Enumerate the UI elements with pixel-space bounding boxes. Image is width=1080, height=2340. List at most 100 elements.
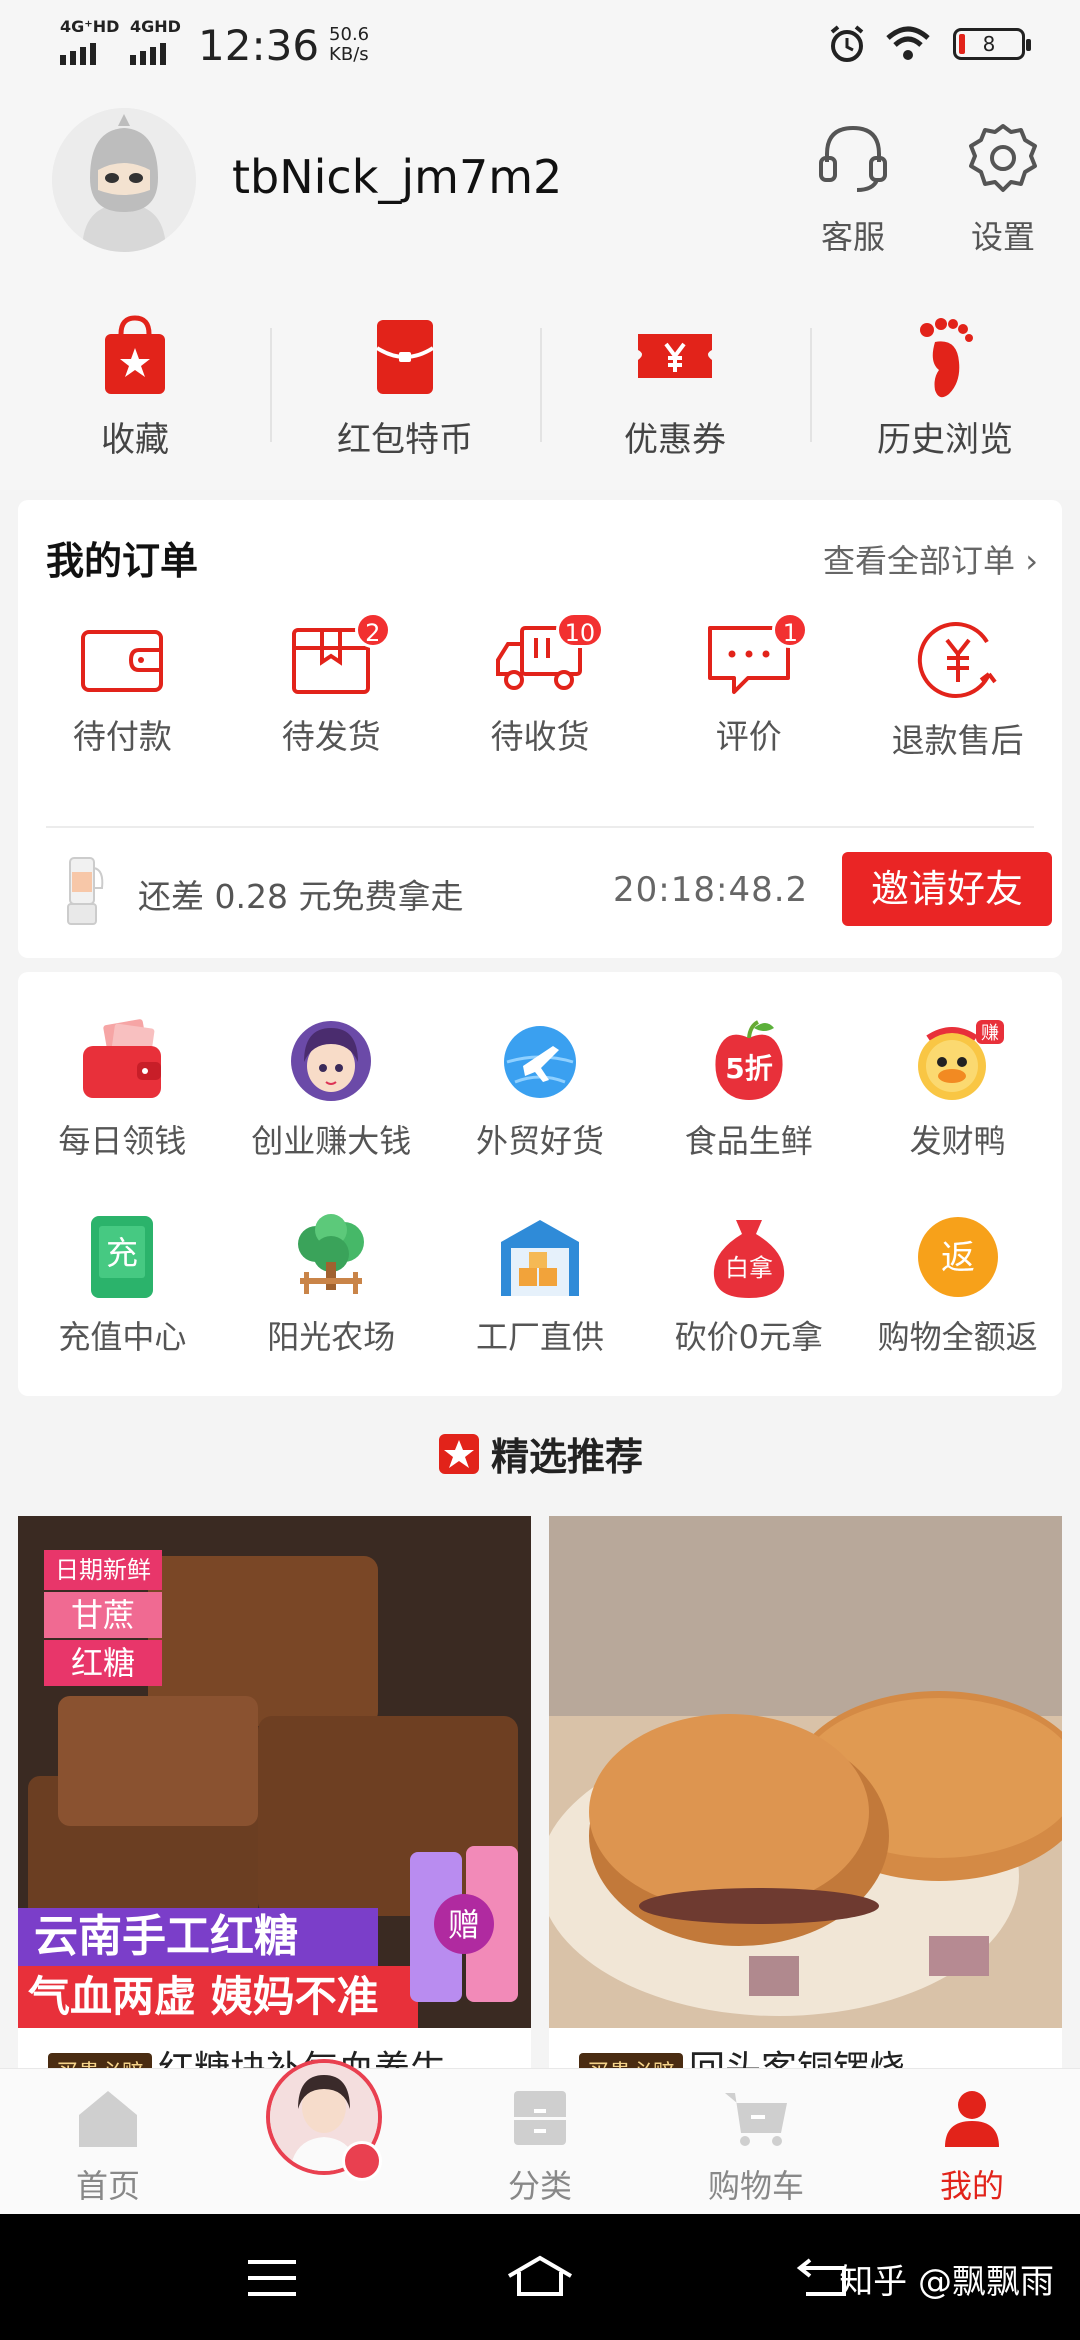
service-lucky-duck[interactable]: 赚 发财鸭 [853, 1016, 1062, 1162]
battery-icon: 8 [953, 28, 1031, 60]
invite-friends-button[interactable]: 邀请好友 [842, 852, 1052, 926]
service-label: 充值中心 [58, 1318, 187, 1356]
wifi-icon [886, 26, 930, 60]
quick-link-history[interactable]: 历史浏览 [810, 300, 1080, 490]
service-fresh-food[interactable]: 5折 食品生鲜 [644, 1016, 853, 1162]
settings-button[interactable]: 设置 [948, 118, 1058, 258]
service-label: 外贸好货 [475, 1122, 604, 1160]
battery-level: 8 [982, 32, 996, 56]
earn-badge-text: 赚 [981, 1023, 999, 1044]
tab-label: 首页 [75, 2167, 140, 2205]
footprint-icon [920, 318, 973, 398]
order-pending-receipt[interactable]: 10 待收货 [436, 612, 645, 762]
order-label: 待付款 [72, 717, 172, 756]
tab-label: 我的 [939, 2167, 1004, 2205]
product-card[interactable]: 日期新鲜 甘蔗 红糖 云南手工红糖 气血两虚 姨妈不准 赠 买贵必赔红糖块补气血… [18, 1516, 531, 2076]
signal-label: 4GHD [130, 17, 181, 36]
tab-category[interactable]: 分类 [432, 2069, 648, 2214]
order-badge: 10 [555, 612, 605, 648]
recommend-title-text: 精选推荐 [490, 1435, 643, 1479]
order-label: 待收货 [490, 717, 590, 756]
five-discount-text: 5折 [725, 1052, 772, 1085]
service-label: 食品生鲜 [684, 1122, 813, 1160]
service-label: 工厂直供 [475, 1318, 604, 1356]
wallet-icon [81, 630, 164, 692]
service-label: 每日领钱 [58, 1122, 187, 1160]
service-sunny-farm[interactable]: 阳光农场 [227, 1212, 436, 1358]
service-recharge[interactable]: 充 充值中心 [18, 1212, 227, 1358]
watermark: 知乎 @飘飘雨 [839, 2262, 1054, 2302]
order-badge: 2 [354, 612, 391, 648]
red-envelope-icon [375, 320, 435, 394]
status-bar: 4G⁺HD 4GHD 12:36 50.6 KB/s 8 [0, 0, 1080, 90]
gift-badge: 赠 [448, 1906, 480, 1944]
customer-service-label: 客服 [820, 218, 885, 256]
profile-icon [945, 2091, 999, 2147]
avatar[interactable] [52, 108, 196, 252]
view-all-orders-link[interactable]: 查看全部订单 › [823, 536, 1038, 582]
quick-link-label: 收藏 [101, 420, 169, 460]
service-bargain[interactable]: 白拿 砍价0元拿 [644, 1212, 853, 1358]
tab-live[interactable] [216, 2059, 432, 2214]
slogan-line-2: 气血两虚 姨妈不准 [28, 1972, 379, 2021]
category-icon [514, 2091, 566, 2145]
tab-home[interactable]: 首页 [0, 2069, 216, 2214]
quick-link-favorites[interactable]: 收藏 [0, 300, 270, 490]
services-card: 每日领钱 创业赚大钱 外贸好货 5折 食品生鲜 赚 发财鸭 充 充值中心 阳光农… [18, 972, 1062, 1396]
cart-icon [725, 2093, 787, 2146]
clock: 12:36 [198, 20, 320, 70]
quick-link-label: 历史浏览 [877, 420, 1013, 460]
home-icon [79, 2091, 137, 2147]
quick-link-label: 红包特币 [337, 420, 473, 460]
profile-header: tbNick_jm7m2 客服 设置 [0, 90, 1080, 300]
coupon-icon [638, 334, 712, 378]
juicer-icon [67, 857, 104, 925]
banner-top: 日期新鲜 [55, 1556, 151, 1584]
slogan-line-1: 云南手工红糖 [34, 1911, 298, 1962]
star-badge-icon [438, 1433, 479, 1474]
gear-icon [969, 124, 1037, 192]
order-refund[interactable]: 退款售后 [853, 618, 1062, 762]
recommend-title: 精选推荐 [0, 1426, 1080, 1481]
banner-bot: 红糖 [71, 1644, 135, 1682]
girl-avatar-icon [291, 1021, 372, 1101]
quick-link-red-envelope[interactable]: 红包特币 [270, 300, 540, 490]
promo-text: 还差 0.28 元免费拿走 [138, 877, 464, 916]
tab-label: 分类 [507, 2167, 572, 2205]
service-entrepreneur[interactable]: 创业赚大钱 [227, 1016, 436, 1162]
headset-icon [819, 125, 887, 192]
product-card[interactable]: 买贵必赔回头客铜锣烧 [549, 1516, 1062, 2076]
order-review[interactable]: 1 评价 [644, 612, 853, 762]
quick-link-label: 优惠券 [624, 420, 726, 460]
service-daily-money[interactable]: 每日领钱 [18, 1016, 227, 1162]
order-pending-shipment[interactable]: 2 待发货 [227, 612, 436, 762]
recharge-icon: 充 [91, 1216, 154, 1298]
order-pending-payment[interactable]: 待付款 [18, 618, 227, 762]
service-label: 创业赚大钱 [251, 1122, 412, 1160]
tab-cart[interactable]: 购物车 [648, 2069, 864, 2214]
quick-link-coupons[interactable]: 优惠券 [540, 300, 810, 490]
service-label: 购物全额返 [877, 1318, 1038, 1356]
service-factory-direct[interactable]: 工厂直供 [436, 1212, 645, 1358]
service-foreign-trade[interactable]: 外贸好货 [436, 1016, 645, 1162]
refund-circle-icon: 返 [917, 1217, 998, 1297]
tab-profile[interactable]: 我的 [864, 2069, 1080, 2214]
wallet-money-icon [83, 1019, 162, 1098]
duck-icon: 赚 [917, 1020, 1004, 1100]
globe-plane-icon [503, 1026, 576, 1098]
speed-unit: KB/s [329, 44, 369, 65]
customer-service-button[interactable]: 客服 [798, 118, 908, 258]
favorites-bag-icon [105, 315, 165, 394]
username: tbNick_jm7m2 [232, 150, 563, 204]
menu-icon[interactable] [246, 2258, 298, 2298]
home-nav-icon[interactable] [505, 2254, 575, 2298]
product-image [549, 1516, 1062, 2028]
signal-icon: 4G⁺HD [60, 17, 119, 65]
service-full-refund[interactable]: 返 购物全额返 [853, 1212, 1062, 1358]
service-label: 阳光农场 [267, 1318, 396, 1356]
tab-label: 购物车 [707, 2167, 804, 2205]
return-text: 返 [941, 1238, 975, 1278]
network-speed: 50.6 KB/s [329, 25, 369, 65]
orders-title: 我的订单 [46, 539, 199, 583]
system-nav-bar: 知乎 @飘飘雨 [0, 2214, 1080, 2340]
